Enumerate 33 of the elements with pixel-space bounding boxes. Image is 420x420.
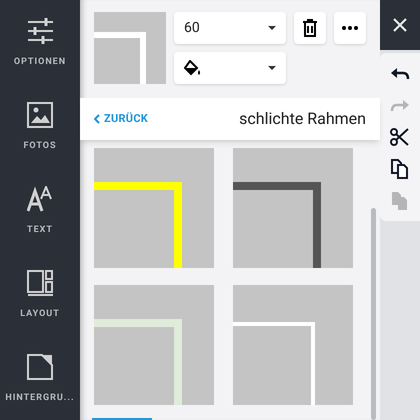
undo-icon [390,66,410,80]
scrollbar[interactable] [371,208,376,420]
chevron-left-icon [94,114,100,124]
frame-thumbnail[interactable] [233,285,353,405]
redo-icon [390,98,410,112]
caret-icon [268,66,276,70]
paste-icon [390,191,410,211]
sidebar-item[interactable]: LAYOUT [0,270,80,336]
copy-icon [390,159,410,179]
scissors-icon [390,127,410,147]
fill-color-dropdown[interactable] [174,52,286,84]
more-dots-icon [342,26,358,30]
more-button[interactable] [334,12,366,44]
panel-title: schlichte Rahmen [239,108,366,130]
sidebar-item[interactable]: FOTOS [0,102,80,168]
sidebar-item[interactable]: TEXT [0,186,80,252]
options-sliders-icon [27,18,53,44]
image-icon [27,102,53,128]
frame-thumbnail[interactable] [94,285,214,405]
frame-thumbnail[interactable] [94,148,214,268]
close-icon [393,18,407,32]
layout-icon [27,270,53,296]
trash-icon [302,18,318,38]
caret-icon [268,26,276,30]
sidebar-item[interactable]: HINTERGRU... [0,354,80,420]
sidebar-item[interactable]: OPTIONEN [0,18,80,84]
size-dropdown[interactable]: 60 [174,12,286,44]
paint-bucket-icon [184,60,202,76]
frame-thumbnail[interactable] [233,148,353,268]
delete-button[interactable] [294,12,326,44]
text-letters-icon [27,186,53,212]
tab-indicator [92,418,152,420]
background-page-icon [27,354,53,380]
